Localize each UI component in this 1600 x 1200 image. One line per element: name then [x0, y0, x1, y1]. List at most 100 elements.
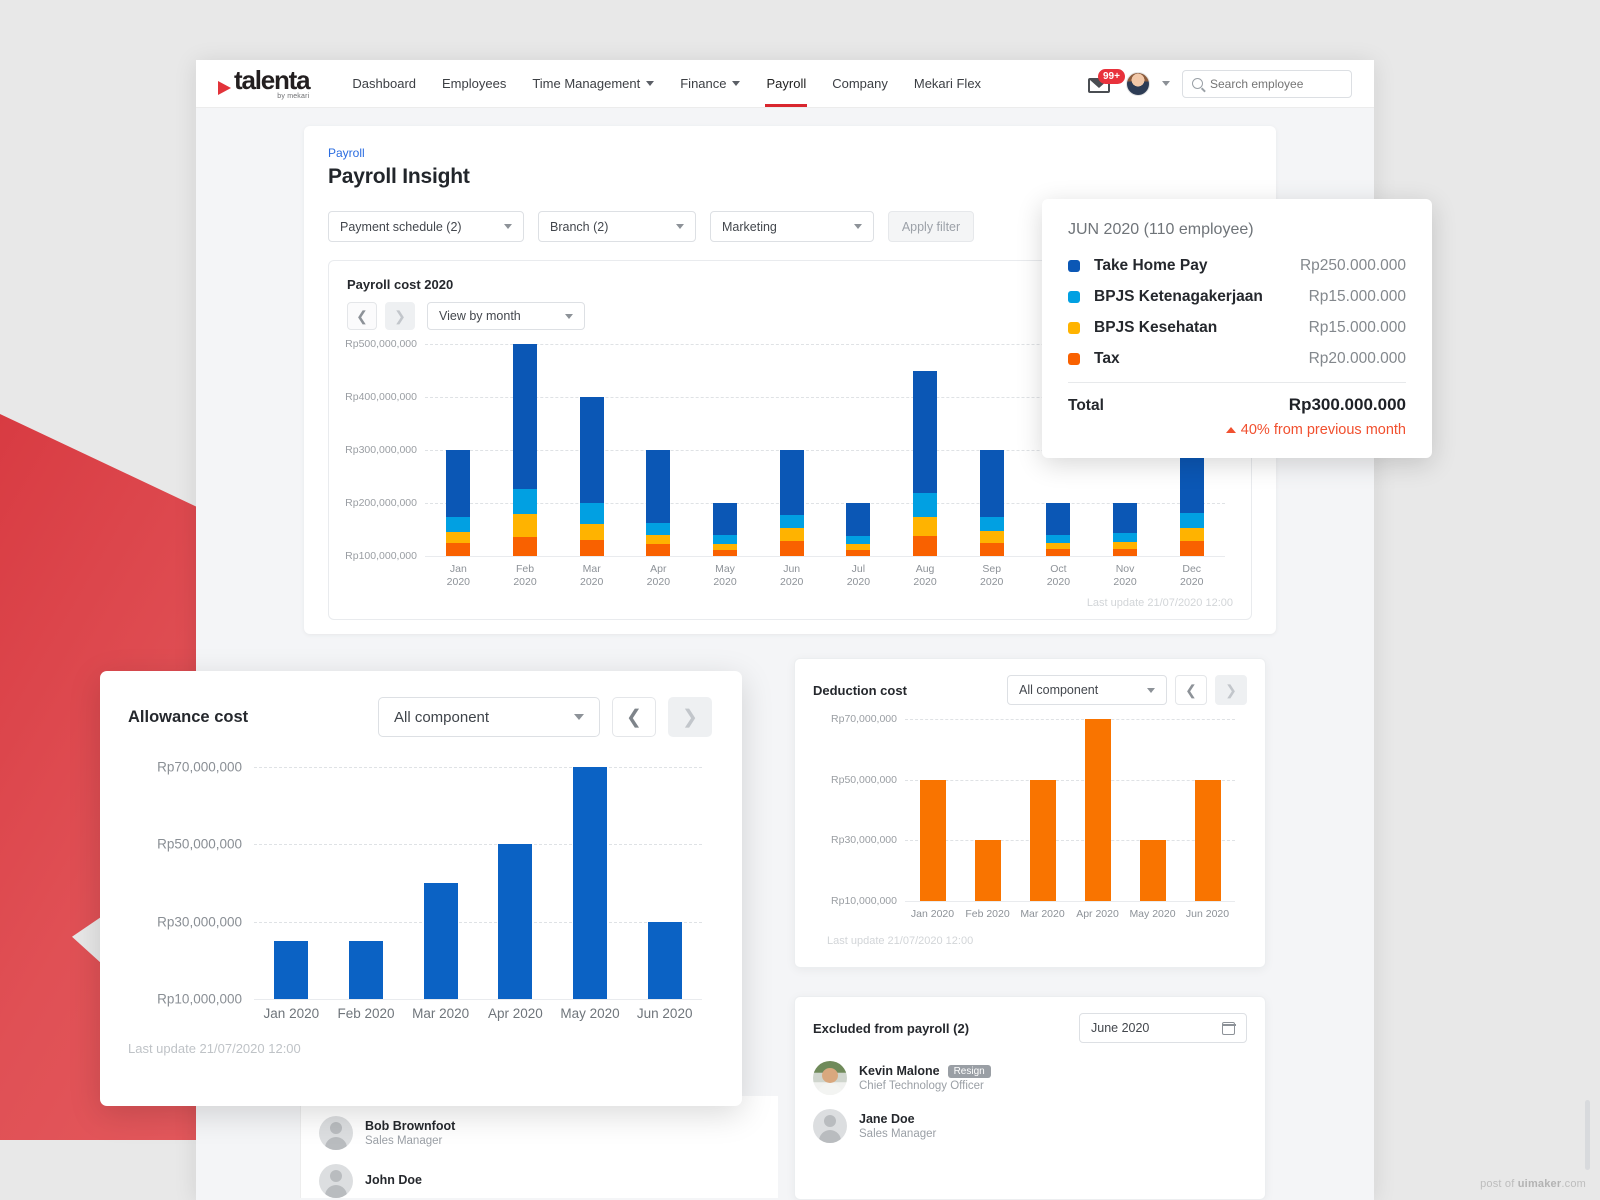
- logo-wordmark: talenta: [234, 68, 309, 92]
- bar-segment: [980, 543, 1004, 556]
- nav-label: Mekari Flex: [914, 76, 981, 91]
- list-item[interactable]: Bob Brownfoot Sales Manager: [301, 1116, 778, 1150]
- deduction-component-select[interactable]: All component: [1007, 675, 1167, 705]
- nav-item-mekari-flex[interactable]: Mekari Flex: [901, 60, 994, 107]
- bar[interactable]: [980, 450, 1004, 556]
- nav-item-time-management[interactable]: Time Management: [519, 60, 667, 107]
- bar-segment: [1046, 503, 1070, 535]
- bar[interactable]: [513, 344, 537, 556]
- scrollbar-thumb[interactable]: [1585, 1100, 1590, 1170]
- bar[interactable]: [1030, 780, 1056, 901]
- bar[interactable]: [913, 371, 937, 556]
- bar-column[interactable]: [892, 344, 959, 556]
- bar[interactable]: [498, 844, 532, 999]
- bar-column[interactable]: [1015, 719, 1070, 901]
- deduction-next-button[interactable]: ❯: [1215, 675, 1247, 705]
- deduction-prev-button[interactable]: ❮: [1175, 675, 1207, 705]
- allowance-component-select[interactable]: All component: [378, 697, 600, 737]
- bar-column[interactable]: [625, 344, 692, 556]
- bar[interactable]: [349, 941, 383, 999]
- bar[interactable]: [424, 883, 458, 999]
- breadcrumb[interactable]: Payroll: [328, 146, 1252, 160]
- excluded-month-picker[interactable]: June 2020: [1079, 1013, 1247, 1043]
- filter-payment-schedule[interactable]: Payment schedule (2): [328, 211, 524, 242]
- bar[interactable]: [713, 503, 737, 556]
- bar[interactable]: [274, 941, 308, 999]
- list-item[interactable]: Jane Doe Sales Manager: [813, 1109, 1247, 1143]
- tooltip-total-row: Total Rp300.000.000: [1068, 395, 1406, 415]
- bar[interactable]: [573, 767, 607, 999]
- bar-column[interactable]: [425, 344, 492, 556]
- chevron-down-icon: [646, 81, 654, 86]
- notifications-button[interactable]: 99+: [1088, 73, 1114, 95]
- bar[interactable]: [646, 450, 670, 556]
- bar[interactable]: [1046, 503, 1070, 556]
- bar[interactable]: [580, 397, 604, 556]
- payroll-cost-x-axis: Jan2020Feb2020Mar2020Apr2020May2020Jun20…: [425, 563, 1225, 589]
- list-item[interactable]: Kevin Malone Resign Chief Technology Off…: [813, 1061, 1247, 1095]
- bar-column[interactable]: [553, 767, 628, 999]
- deduction-x-axis: Jan 2020Feb 2020Mar 2020Apr 2020May 2020…: [905, 908, 1235, 921]
- bar-column[interactable]: [758, 344, 825, 556]
- list-item[interactable]: John Doe: [301, 1164, 778, 1198]
- x-axis-tick-label: Dec2020: [1158, 563, 1225, 589]
- bar-segment: [913, 493, 937, 517]
- x-axis-tick-label: Apr 2020: [478, 1006, 553, 1021]
- bar-segment: [713, 550, 737, 556]
- bar[interactable]: [1140, 840, 1166, 901]
- nav-item-payroll[interactable]: Payroll: [753, 60, 819, 107]
- bar[interactable]: [648, 922, 682, 999]
- nav-item-company[interactable]: Company: [819, 60, 901, 107]
- view-by-select[interactable]: View by month: [427, 302, 585, 330]
- bar-segment: [498, 844, 532, 999]
- bar-column[interactable]: [627, 767, 702, 999]
- bar[interactable]: [1085, 719, 1111, 901]
- search-input[interactable]: [1210, 77, 1342, 91]
- bar-column[interactable]: [692, 344, 759, 556]
- allowance-next-button[interactable]: ❯: [668, 697, 712, 737]
- y-axis-tick-label: Rp30,000,000: [157, 914, 242, 929]
- bar[interactable]: [975, 840, 1001, 901]
- search-box[interactable]: [1182, 70, 1352, 98]
- nav-item-employees[interactable]: Employees: [429, 60, 519, 107]
- bar-segment: [713, 535, 737, 545]
- bar-column[interactable]: [329, 767, 404, 999]
- bar-column[interactable]: [1070, 719, 1125, 901]
- filter-branch[interactable]: Branch (2): [538, 211, 696, 242]
- bar-column[interactable]: [825, 344, 892, 556]
- bar[interactable]: [780, 450, 804, 556]
- next-period-button[interactable]: ❯: [385, 302, 415, 330]
- x-axis-tick-label: Jun 2020: [1180, 908, 1235, 921]
- nav-item-dashboard[interactable]: Dashboard: [339, 60, 429, 107]
- talenta-logo[interactable]: talenta by mekari: [218, 68, 309, 100]
- prev-period-button[interactable]: ❮: [347, 302, 377, 330]
- user-avatar[interactable]: [1126, 72, 1150, 96]
- bar-column[interactable]: [958, 344, 1025, 556]
- watermark-post: .com: [1561, 1178, 1586, 1190]
- bar[interactable]: [1195, 780, 1221, 901]
- chevron-down-icon[interactable]: [1162, 81, 1170, 86]
- bar-segment: [580, 397, 604, 503]
- bar[interactable]: [1113, 503, 1137, 556]
- bar[interactable]: [846, 503, 870, 556]
- x-axis-tick-label: Feb 2020: [329, 1006, 404, 1021]
- bar-column[interactable]: [254, 767, 329, 999]
- bar[interactable]: [1180, 450, 1204, 556]
- bar[interactable]: [446, 450, 470, 556]
- allowance-prev-button[interactable]: ❮: [612, 697, 656, 737]
- y-axis-tick-label: Rp10,000,000: [831, 895, 897, 907]
- bar-column[interactable]: [1125, 719, 1180, 901]
- bar-column[interactable]: [558, 344, 625, 556]
- bar-column[interactable]: [960, 719, 1015, 901]
- filter-department[interactable]: Marketing: [710, 211, 874, 242]
- bar-column[interactable]: [492, 344, 559, 556]
- bar-column[interactable]: [905, 719, 960, 901]
- apply-filter-button[interactable]: Apply filter: [888, 211, 974, 242]
- bar-column[interactable]: [403, 767, 478, 999]
- excluded-from-payroll-card: Excluded from payroll (2) June 2020 Kevi…: [794, 996, 1266, 1200]
- bar-column[interactable]: [1180, 719, 1235, 901]
- bar[interactable]: [920, 780, 946, 901]
- calendar-icon: [1222, 1022, 1235, 1035]
- nav-item-finance[interactable]: Finance: [667, 60, 753, 107]
- bar-column[interactable]: [478, 767, 553, 999]
